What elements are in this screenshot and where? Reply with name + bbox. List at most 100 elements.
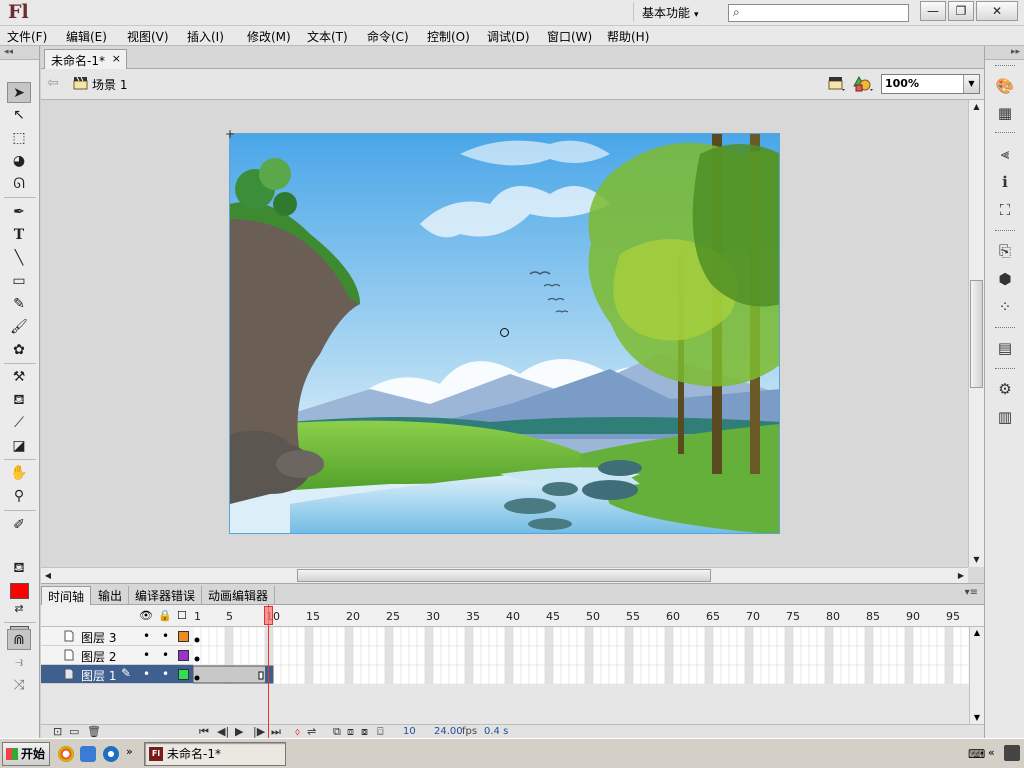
frame-cell[interactable]	[616, 645, 626, 666]
frame-cell[interactable]	[592, 645, 602, 666]
frame-cell[interactable]	[824, 664, 834, 684]
align-icon[interactable]: ⫷	[995, 144, 1015, 164]
tray-expand[interactable]: «	[988, 746, 995, 759]
frame-cell[interactable]	[304, 645, 314, 666]
frame-cell[interactable]	[832, 627, 842, 647]
frame-cell[interactable]	[536, 664, 546, 684]
3d-rotation-tool-icon[interactable]: ◕	[7, 151, 31, 172]
help-search-box[interactable]: ⌕	[728, 4, 909, 22]
frame-cell[interactable]	[536, 645, 546, 666]
frame-cell[interactable]	[912, 664, 922, 684]
frame-cell[interactable]	[872, 664, 882, 684]
settings-icon[interactable]	[103, 746, 119, 762]
smooth-icon[interactable]: ⥽	[7, 652, 31, 673]
frame-cell[interactable]	[736, 664, 746, 684]
help-search-input[interactable]	[749, 6, 904, 20]
frame-cell[interactable]	[608, 645, 618, 666]
frame-cell[interactable]	[312, 664, 322, 684]
frame-cell[interactable]	[256, 645, 266, 666]
new-folder-icon[interactable]: ▭	[69, 725, 79, 739]
frame-cell[interactable]	[936, 664, 946, 684]
frame-cell[interactable]	[808, 627, 818, 647]
frame-cell[interactable]	[848, 664, 858, 684]
frame-cell[interactable]	[792, 627, 802, 647]
frame-cell[interactable]	[288, 627, 298, 647]
frame-cell[interactable]	[488, 645, 498, 666]
edit-symbols-icon[interactable]	[853, 75, 875, 93]
frame-cell[interactable]	[944, 627, 954, 647]
frame-cell[interactable]	[504, 627, 514, 647]
frame-cell[interactable]	[560, 627, 570, 647]
frame-cell[interactable]	[784, 664, 794, 684]
frame-cell[interactable]	[760, 627, 770, 647]
new-layer-icon[interactable]: ⊡	[53, 725, 62, 739]
frame-cell[interactable]	[584, 645, 594, 666]
visibility-dot[interactable]: •	[143, 648, 150, 662]
quick-launch-more[interactable]: »	[126, 745, 133, 758]
frame-cell[interactable]	[840, 664, 850, 684]
frame-cell[interactable]	[832, 664, 842, 684]
menu-edit[interactable]: 编辑(E)	[66, 28, 107, 45]
scroll-up-icon[interactable]: ▲	[969, 100, 984, 114]
scrollbar-thumb[interactable]	[297, 569, 711, 582]
frame-cell[interactable]	[496, 664, 506, 684]
frame-cell[interactable]	[312, 627, 322, 647]
frame-cell[interactable]	[248, 627, 258, 647]
frame-cell[interactable]	[920, 664, 930, 684]
frame-cell[interactable]	[360, 664, 370, 684]
menu-insert[interactable]: 插入(I)	[187, 28, 224, 45]
frame-cell[interactable]	[400, 645, 410, 666]
frame-cell[interactable]	[792, 664, 802, 684]
line-tool-icon[interactable]: ╲	[7, 248, 31, 269]
frame-cell[interactable]	[512, 645, 522, 666]
frame-cell[interactable]	[336, 664, 346, 684]
lock-icon[interactable]: 🔒	[158, 609, 172, 622]
scroll-down-icon[interactable]: ▼	[970, 712, 984, 724]
frame-cell[interactable]	[384, 664, 394, 684]
frame-cell[interactable]	[888, 645, 898, 666]
frame-cell[interactable]	[272, 664, 282, 684]
frame-cell[interactable]	[616, 627, 626, 647]
pen-tool-icon[interactable]: ✒	[7, 202, 31, 223]
text-tool-icon[interactable]: T	[7, 225, 31, 246]
frame-cell[interactable]	[512, 627, 522, 647]
frame-cell[interactable]	[256, 627, 266, 647]
frame-cell[interactable]	[352, 664, 362, 684]
frame-cell[interactable]	[904, 627, 914, 647]
frame-cell[interactable]	[336, 645, 346, 666]
frame-cell[interactable]	[816, 627, 826, 647]
brush-tool-icon[interactable]: 🖌	[7, 317, 31, 338]
frame-cell[interactable]	[776, 627, 786, 647]
edit-scene-icon[interactable]	[827, 75, 847, 93]
frame-cell[interactable]	[792, 645, 802, 666]
frame-cell[interactable]	[408, 645, 418, 666]
frame-cell[interactable]	[416, 645, 426, 666]
frame-cell[interactable]	[712, 645, 722, 666]
menu-file[interactable]: 文件(F)	[7, 28, 47, 45]
frame-cell[interactable]	[248, 645, 258, 666]
transform-point-icon[interactable]	[500, 328, 509, 337]
frame-cell[interactable]	[888, 664, 898, 684]
frame-cell[interactable]	[656, 627, 666, 647]
maximize-button[interactable]: ❐	[948, 1, 974, 21]
frame-cell[interactable]	[640, 664, 650, 684]
frame-cell[interactable]	[408, 664, 418, 684]
frame-cell[interactable]	[464, 627, 474, 647]
frame-cell[interactable]	[392, 627, 402, 647]
frame-cell[interactable]	[576, 645, 586, 666]
frame-cell[interactable]	[816, 645, 826, 666]
frame-cell[interactable]	[328, 664, 338, 684]
swatches-grid-icon[interactable]: ▦	[995, 103, 1015, 123]
center-frame-icon[interactable]: ⬨	[295, 725, 300, 739]
bone-tool-icon[interactable]: ⚒	[7, 367, 31, 388]
frame-cell[interactable]	[824, 627, 834, 647]
frame-cell[interactable]	[200, 627, 210, 647]
layer-outline-color[interactable]	[178, 650, 189, 661]
frame-cell[interactable]	[808, 664, 818, 684]
panel-grip[interactable]	[995, 327, 1015, 330]
frame-cell[interactable]	[504, 664, 514, 684]
frame-cell[interactable]	[712, 664, 722, 684]
frame-cell[interactable]	[480, 664, 490, 684]
outline-icon[interactable]: ☐	[177, 609, 187, 622]
rectangle-tool-icon[interactable]: ▭	[7, 271, 31, 292]
